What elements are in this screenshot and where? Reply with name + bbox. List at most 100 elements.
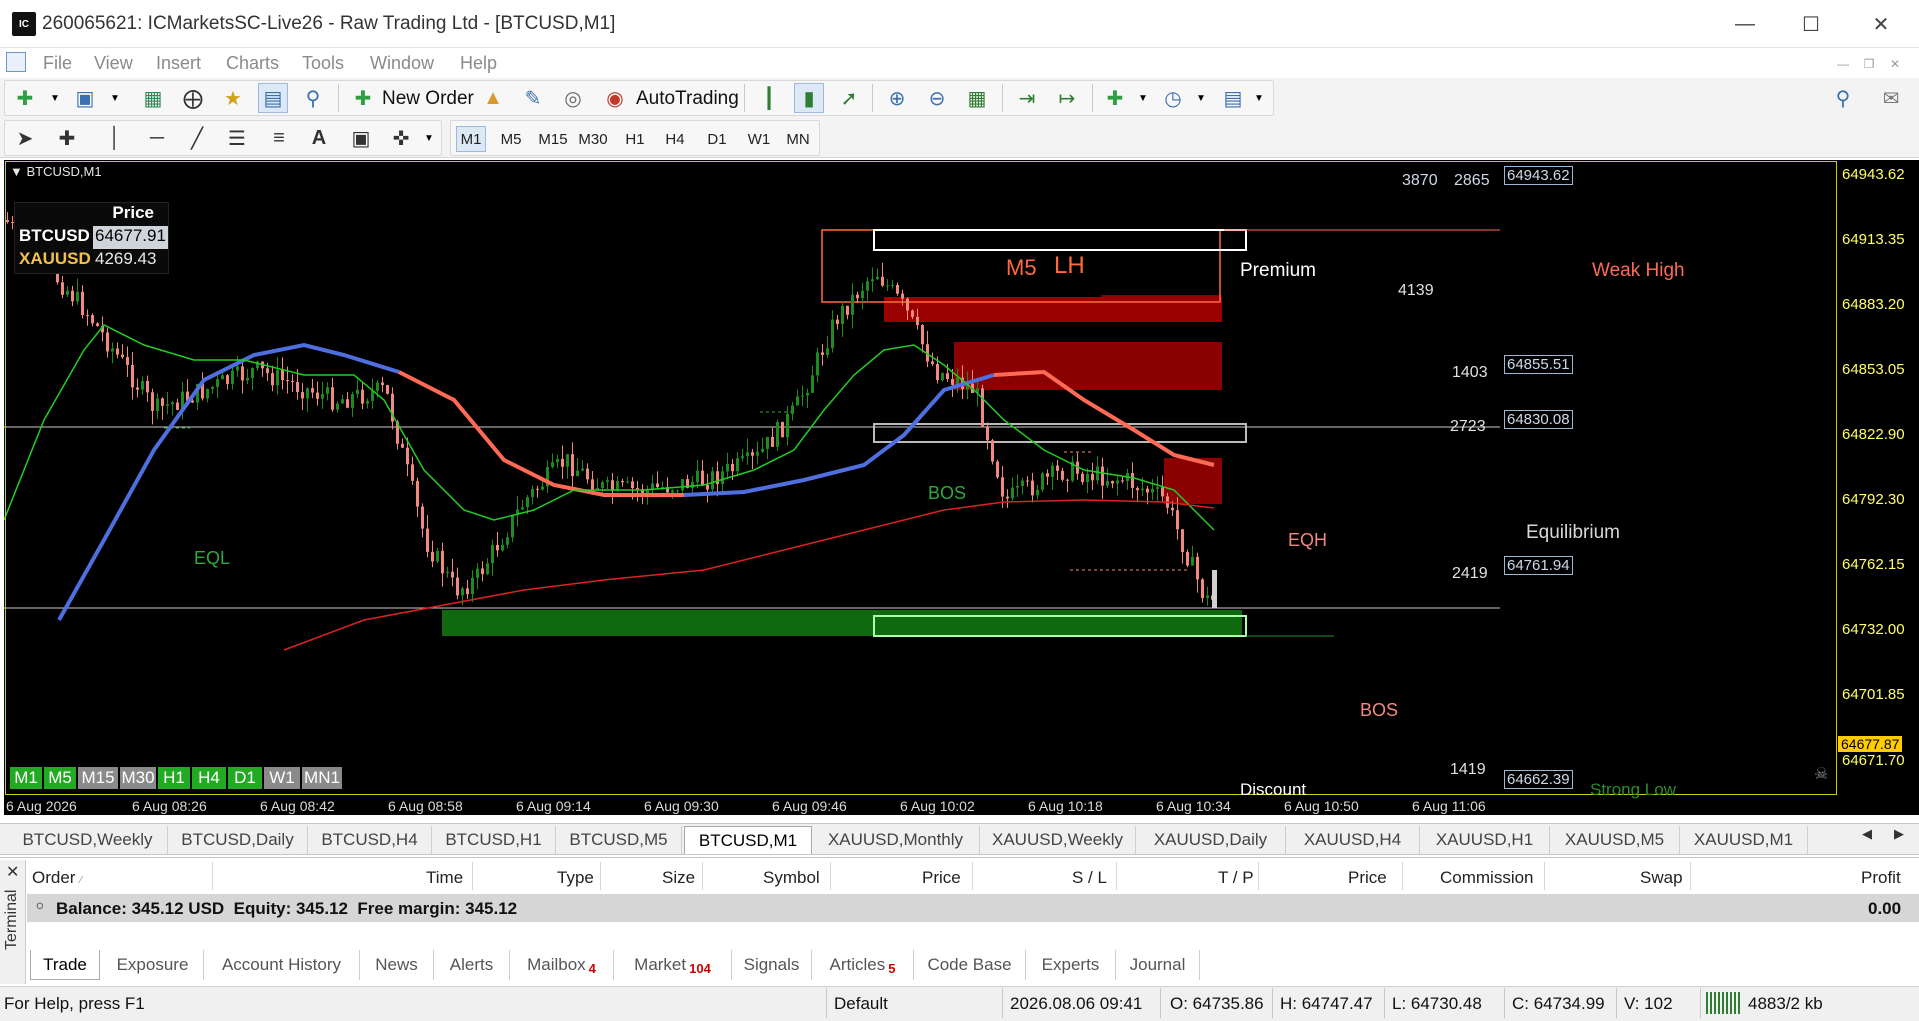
symbol-tab-active[interactable]: BTCUSD,M1 bbox=[684, 826, 812, 854]
menu-view[interactable]: View bbox=[94, 53, 133, 74]
timeframe-m30-button[interactable]: M30 bbox=[576, 126, 610, 152]
symbol-tab[interactable]: BTCUSD,H4 bbox=[308, 826, 432, 854]
mdi-close-button[interactable]: ✕ bbox=[1884, 55, 1906, 73]
timeframe-m15-button[interactable]: M15 bbox=[536, 126, 570, 152]
templates-dropdown-icon[interactable]: ▼ bbox=[1244, 83, 1274, 113]
symbol-tab[interactable]: BTCUSD,Weekly bbox=[8, 826, 168, 854]
new-order-icon[interactable]: ✚ bbox=[348, 83, 378, 113]
terminal-window-icon[interactable]: ▤ bbox=[258, 83, 288, 113]
terminal-tab-experts[interactable]: Experts bbox=[1026, 950, 1116, 980]
timeframe-m1-button[interactable]: M1 bbox=[456, 126, 486, 152]
timeframe-h1-button[interactable]: H1 bbox=[620, 126, 650, 152]
terminal-close-icon[interactable]: ✕ bbox=[6, 862, 19, 882]
terminal-tab-account-history[interactable]: Account History bbox=[204, 950, 360, 980]
menu-help[interactable]: Help bbox=[460, 53, 497, 74]
symbol-tab[interactable]: BTCUSD,M5 bbox=[556, 826, 682, 854]
market-watch-icon[interactable]: ▦ bbox=[138, 83, 168, 113]
text-label-icon[interactable]: ▣ bbox=[346, 123, 376, 153]
symbol-tab[interactable]: XAUUSD,Weekly bbox=[980, 826, 1136, 854]
new-order-button[interactable]: New Order bbox=[382, 88, 474, 110]
symbol-tab[interactable]: BTCUSD,Daily bbox=[168, 826, 308, 854]
autotrading-icon[interactable]: ◉ bbox=[600, 83, 630, 113]
text-tool-icon[interactable]: A bbox=[304, 123, 334, 153]
symbol-tab[interactable]: XAUUSD,H1 bbox=[1420, 826, 1550, 854]
symbol-tab[interactable]: XAUUSD,Monthly bbox=[812, 826, 980, 854]
terminal-tab-news[interactable]: News bbox=[360, 950, 434, 980]
symbol-tab[interactable]: BTCUSD,H1 bbox=[432, 826, 556, 854]
document-icon[interactable] bbox=[6, 52, 26, 72]
column-header-profit[interactable]: Profit bbox=[1861, 868, 1901, 888]
autotrading-button[interactable]: AutoTrading bbox=[636, 88, 739, 110]
terminal-tab-signals[interactable]: Signals bbox=[732, 950, 812, 980]
menu-file[interactable]: File bbox=[43, 53, 72, 74]
gold-bar-icon[interactable]: ▲ bbox=[478, 83, 508, 113]
tabs-scroll-left-icon[interactable]: ◀ bbox=[1862, 826, 1872, 842]
tf-badge-d1[interactable]: D1 bbox=[228, 767, 262, 789]
column-header-sl[interactable]: S / L bbox=[1072, 868, 1107, 888]
horizontal-line-icon[interactable]: ─ bbox=[142, 123, 172, 153]
column-header-price[interactable]: Price bbox=[922, 868, 961, 888]
data-window-icon[interactable]: ⨁ bbox=[178, 83, 208, 113]
column-header-type[interactable]: Type bbox=[557, 868, 594, 888]
column-header-current-price[interactable]: Price bbox=[1348, 868, 1387, 888]
zoom-out-icon[interactable]: ⊖ bbox=[922, 83, 952, 113]
tf-badge-h4[interactable]: H4 bbox=[192, 767, 226, 789]
symbol-tab[interactable]: XAUUSD,Daily bbox=[1136, 826, 1286, 854]
column-header-order[interactable]: Order ⁄ bbox=[32, 868, 82, 888]
terminal-tab-exposure[interactable]: Exposure bbox=[102, 950, 204, 980]
search-icon[interactable]: ⚲ bbox=[1828, 83, 1858, 113]
mdi-minimize-button[interactable]: — bbox=[1832, 55, 1854, 73]
tf-badge-m15[interactable]: M15 bbox=[78, 767, 118, 789]
strategy-tester-icon[interactable]: ⚲ bbox=[298, 83, 328, 113]
terminal-tab-trade[interactable]: Trade bbox=[30, 950, 100, 980]
column-header-size[interactable]: Size bbox=[662, 868, 695, 888]
timeframe-mn-button[interactable]: MN bbox=[782, 126, 814, 152]
symbol-tab[interactable]: XAUUSD,H4 bbox=[1286, 826, 1420, 854]
tf-badge-m1[interactable]: M1 bbox=[10, 767, 42, 789]
cursor-icon[interactable]: ➤ bbox=[10, 123, 40, 153]
chat-icon[interactable]: ✉ bbox=[1876, 83, 1906, 113]
terminal-tab-mailbox[interactable]: Mailbox 4 bbox=[510, 950, 614, 980]
periods-dropdown-icon[interactable]: ▼ bbox=[1186, 83, 1216, 113]
timeframe-w1-button[interactable]: W1 bbox=[744, 126, 774, 152]
tabs-scroll-right-icon[interactable]: ▶ bbox=[1894, 826, 1904, 842]
trendline-icon[interactable]: ╱ bbox=[182, 123, 212, 153]
column-header-swap[interactable]: Swap bbox=[1640, 868, 1683, 888]
terminal-tab-alerts[interactable]: Alerts bbox=[434, 950, 510, 980]
timeframe-m5-button[interactable]: M5 bbox=[496, 126, 526, 152]
menu-window[interactable]: Window bbox=[370, 53, 434, 74]
timeframe-d1-button[interactable]: D1 bbox=[702, 126, 732, 152]
mdi-restore-button[interactable]: ❐ bbox=[1858, 55, 1880, 73]
tf-badge-mn1[interactable]: MN1 bbox=[302, 767, 342, 789]
tile-windows-icon[interactable]: ▦ bbox=[962, 83, 992, 113]
meta-editor-icon[interactable]: ✎ bbox=[518, 83, 548, 113]
equidistant-channel-icon[interactable]: ☰ bbox=[222, 123, 252, 153]
crosshair-icon[interactable]: ✚ bbox=[52, 123, 82, 153]
maximize-window-button[interactable]: ☐ bbox=[1778, 0, 1844, 48]
dropdown-arrow-icon[interactable]: ▼ bbox=[40, 83, 70, 113]
navigator-icon[interactable]: ★ bbox=[218, 83, 248, 113]
tf-badge-h1[interactable]: H1 bbox=[158, 767, 190, 789]
shapes-icon[interactable]: ✜ bbox=[386, 123, 416, 153]
column-header-commission[interactable]: Commission bbox=[1440, 868, 1534, 888]
menu-tools[interactable]: Tools bbox=[302, 53, 344, 74]
signals-icon[interactable]: ◎ bbox=[558, 83, 588, 113]
symbol-tab[interactable]: XAUUSD,M1 bbox=[1680, 826, 1808, 854]
close-window-button[interactable]: ✕ bbox=[1848, 0, 1914, 48]
terminal-tab-journal[interactable]: Journal bbox=[1116, 950, 1200, 980]
chart-shift-icon[interactable]: ⇥ bbox=[1012, 83, 1042, 113]
indicators-icon[interactable]: ✚ bbox=[1100, 83, 1130, 113]
tf-badge-m30[interactable]: M30 bbox=[120, 767, 156, 789]
bar-chart-icon[interactable]: ┃ bbox=[754, 83, 784, 113]
minimize-window-button[interactable]: — bbox=[1712, 0, 1778, 48]
new-chart-icon[interactable]: ✚ bbox=[10, 83, 40, 113]
periods-icon[interactable]: ◷ bbox=[1158, 83, 1188, 113]
zoom-in-icon[interactable]: ⊕ bbox=[882, 83, 912, 113]
auto-scroll-icon[interactable]: ↦ bbox=[1052, 83, 1082, 113]
terminal-tab-market[interactable]: Market 104 bbox=[614, 950, 732, 980]
menu-charts[interactable]: Charts bbox=[226, 53, 279, 74]
timeframe-h4-button[interactable]: H4 bbox=[660, 126, 690, 152]
column-header-time[interactable]: Time bbox=[426, 868, 463, 888]
fibonacci-icon[interactable]: ≡ bbox=[264, 123, 294, 153]
indicators-dropdown-icon[interactable]: ▼ bbox=[1128, 83, 1158, 113]
